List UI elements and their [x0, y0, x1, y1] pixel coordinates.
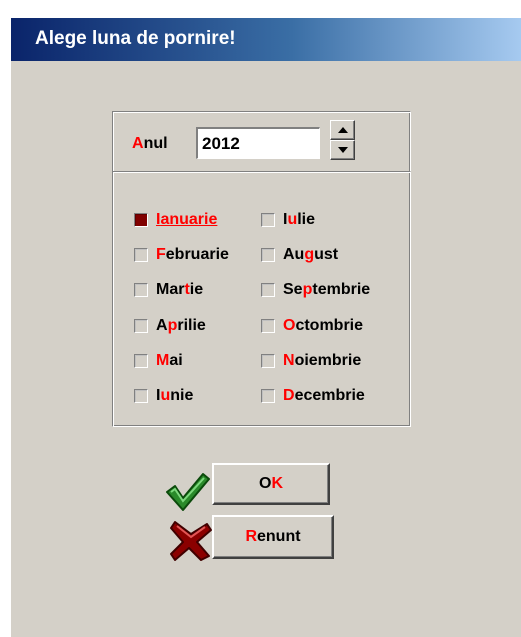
checkbox-icon	[134, 389, 148, 403]
checkbox-icon	[261, 389, 275, 403]
year-label-rest: nul	[143, 135, 168, 152]
arrow-up-icon	[338, 127, 348, 133]
month-label: Decembrie	[283, 387, 365, 404]
year-input[interactable]: 2012	[196, 127, 320, 159]
month-label: Octombrie	[283, 317, 364, 334]
month-checkbox-martie[interactable]: Martie	[134, 279, 203, 301]
month-label: August	[283, 246, 339, 263]
checkbox-icon	[134, 213, 148, 227]
month-checkbox-octombrie[interactable]: Octombrie	[261, 315, 363, 337]
month-checkbox-mai[interactable]: Mai	[134, 350, 183, 372]
year-label: Anul	[132, 134, 168, 154]
month-checkbox-iunie[interactable]: Iunie	[134, 385, 193, 407]
x-icon	[170, 521, 212, 561]
month-label: Martie	[156, 281, 204, 298]
ok-button[interactable]: OK	[212, 463, 330, 505]
year-increment-button[interactable]	[330, 120, 355, 140]
ok-label: OK	[258, 475, 283, 492]
checkbox-icon	[134, 354, 148, 368]
month-checkbox-august[interactable]: August	[261, 244, 338, 266]
window-title: Alege luna de pornire!	[35, 28, 236, 49]
year-panel: Anul 2012	[112, 111, 411, 174]
month-label: Mai	[156, 352, 183, 369]
month-label: Noiembrie	[283, 352, 362, 369]
checkmark-icon	[166, 473, 210, 511]
checkbox-icon	[261, 354, 275, 368]
month-label: Iunie	[156, 387, 194, 404]
checkbox-icon	[261, 319, 275, 333]
month-checkbox-noiembrie[interactable]: Noiembrie	[261, 350, 361, 372]
cancel-label: Renunt	[245, 528, 301, 545]
month-checkbox-septembrie[interactable]: Septembrie	[261, 279, 370, 301]
checkbox-icon	[134, 283, 148, 297]
month-checkbox-iulie[interactable]: Iulie	[261, 209, 315, 231]
month-label: Februarie	[156, 246, 229, 263]
title-bar[interactable]: Alege luna de pornire!	[11, 18, 521, 61]
checkbox-icon	[261, 213, 275, 227]
month-label: Aprilie	[156, 317, 206, 334]
month-checkbox-decembrie[interactable]: Decembrie	[261, 385, 365, 407]
month-panel: Ianuarie Februarie Martie Aprilie Mai Iu…	[112, 171, 411, 427]
checkbox-icon	[134, 319, 148, 333]
dialog-window: Alege luna de pornire! Anul 2012 Ianuari…	[11, 18, 521, 637]
year-spinner	[330, 120, 355, 160]
month-checkbox-februarie[interactable]: Februarie	[134, 244, 229, 266]
checkbox-icon	[134, 248, 148, 262]
month-checkbox-aprilie[interactable]: Aprilie	[134, 315, 206, 337]
month-label: Septembrie	[283, 281, 371, 298]
month-label: Ianuarie	[156, 211, 218, 228]
checkbox-icon	[261, 248, 275, 262]
checkbox-icon	[261, 283, 275, 297]
year-label-hotkey: A	[132, 135, 144, 152]
month-label: Iulie	[283, 211, 316, 228]
cancel-button[interactable]: Renunt	[212, 515, 334, 559]
year-decrement-button[interactable]	[330, 140, 355, 160]
arrow-down-icon	[338, 147, 348, 153]
month-checkbox-ianuarie[interactable]: Ianuarie	[134, 209, 217, 231]
